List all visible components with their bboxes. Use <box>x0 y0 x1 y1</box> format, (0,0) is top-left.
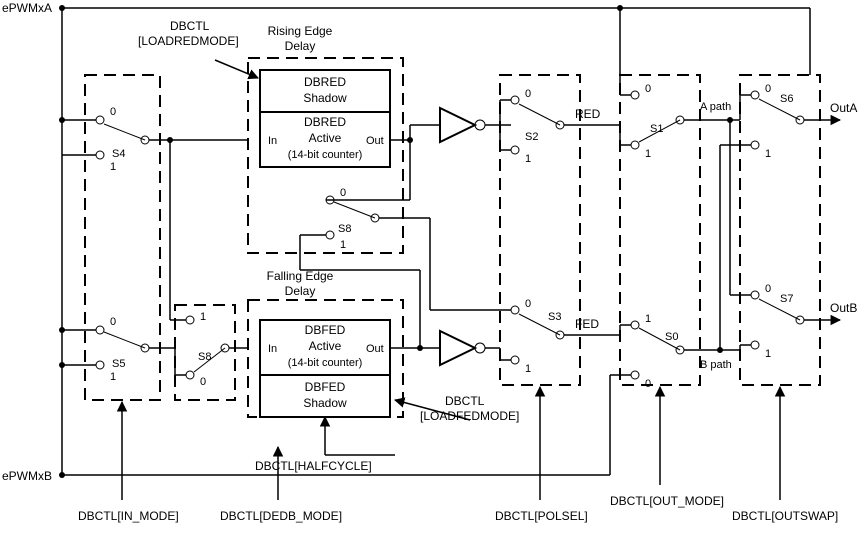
dbred-shadow-2: Shadow <box>303 91 347 105</box>
label-fed: FED <box>575 317 599 331</box>
s4-one: 1 <box>110 161 116 173</box>
s7-zero: 0 <box>765 283 771 295</box>
label-s8a: S8 <box>338 223 351 235</box>
s0-zero: 0 <box>645 378 651 390</box>
s0-one: 1 <box>645 313 651 325</box>
dbfed-shadow-2: Shadow <box>303 396 347 410</box>
label-in-mode: DBCTL[IN_MODE] <box>78 509 179 523</box>
s3-one: 1 <box>525 363 531 375</box>
label-polsel: DBCTL[POLSEL] <box>495 509 588 523</box>
label-outa: OutA <box>830 101 857 115</box>
s8b-zero: 0 <box>200 376 206 388</box>
label-s7: S7 <box>780 293 793 305</box>
falling-title-2: Delay <box>285 284 316 298</box>
dbfed-out: Out <box>366 343 384 355</box>
label-s0: S0 <box>665 331 678 343</box>
loadred-1: DBCTL <box>170 19 210 33</box>
dbred-out: Out <box>366 135 384 147</box>
label-s1: S1 <box>650 123 663 135</box>
label-dedb: DBCTL[DEDB_MODE] <box>220 509 342 523</box>
loadfed-1: DBCTL <box>445 394 485 408</box>
s8a-one: 1 <box>340 239 346 251</box>
label-outmode: DBCTL[OUT_MODE] <box>610 494 724 508</box>
label-outb: OutB <box>830 301 857 315</box>
s7-one: 1 <box>765 348 771 360</box>
dbred-active-2: Active <box>309 131 342 145</box>
label-s4: S4 <box>112 148 125 160</box>
dbfed-active-2: Active <box>309 339 342 353</box>
label-outswap: DBCTL[OUTSWAP] <box>732 509 838 523</box>
dbfed-in: In <box>268 343 277 355</box>
label-epwmxb: ePWMxB <box>2 469 52 483</box>
dbred-shadow-1: DBRED <box>304 75 346 89</box>
label-s3: S3 <box>548 311 561 323</box>
dbfed-shadow-1: DBFED <box>305 380 346 394</box>
s2-one: 1 <box>525 153 531 165</box>
s5-one: 1 <box>110 371 116 383</box>
dbred-active-1: DBRED <box>304 115 346 129</box>
s3-zero: 0 <box>525 298 531 310</box>
dbfed-active-1: DBFED <box>305 323 346 337</box>
loadfed-2: [LOADFEDMODE] <box>420 409 519 423</box>
label-bpath: B path <box>700 359 732 371</box>
s2-zero: 0 <box>525 88 531 100</box>
s1-zero: 0 <box>645 83 651 95</box>
s6-zero: 0 <box>765 83 771 95</box>
label-s8b: S8 <box>198 351 211 363</box>
dbred-in: In <box>268 135 277 147</box>
rising-title-2: Delay <box>285 39 316 53</box>
s4-zero: 0 <box>110 106 116 118</box>
s8b-one: 1 <box>200 311 206 323</box>
label-apath: A path <box>700 101 731 113</box>
dbred-active-3: (14-bit counter) <box>288 149 363 161</box>
label-s2: S2 <box>525 131 538 143</box>
s8a-zero: 0 <box>340 187 346 199</box>
s1-one: 1 <box>645 148 651 160</box>
loadred-2: [LOADREDMODE] <box>138 34 239 48</box>
falling-title-1: Falling Edge <box>267 269 334 283</box>
s6-one: 1 <box>765 148 771 160</box>
rising-title-1: Rising Edge <box>268 24 333 38</box>
label-epwmxa: ePWMxA <box>2 1 52 15</box>
label-halfcycle: DBCTL[HALFCYCLE] <box>255 459 372 473</box>
label-s6: S6 <box>780 93 793 105</box>
dbfed-active-3: (14-bit counter) <box>288 357 363 369</box>
dead-band-diagram: ePWMxA ePWMxB 0 1 S4 0 1 S5 DBCTL[IN_MOD… <box>0 0 867 539</box>
label-s5: S5 <box>112 358 125 370</box>
s5-zero: 0 <box>110 316 116 328</box>
label-red: RED <box>575 107 601 121</box>
